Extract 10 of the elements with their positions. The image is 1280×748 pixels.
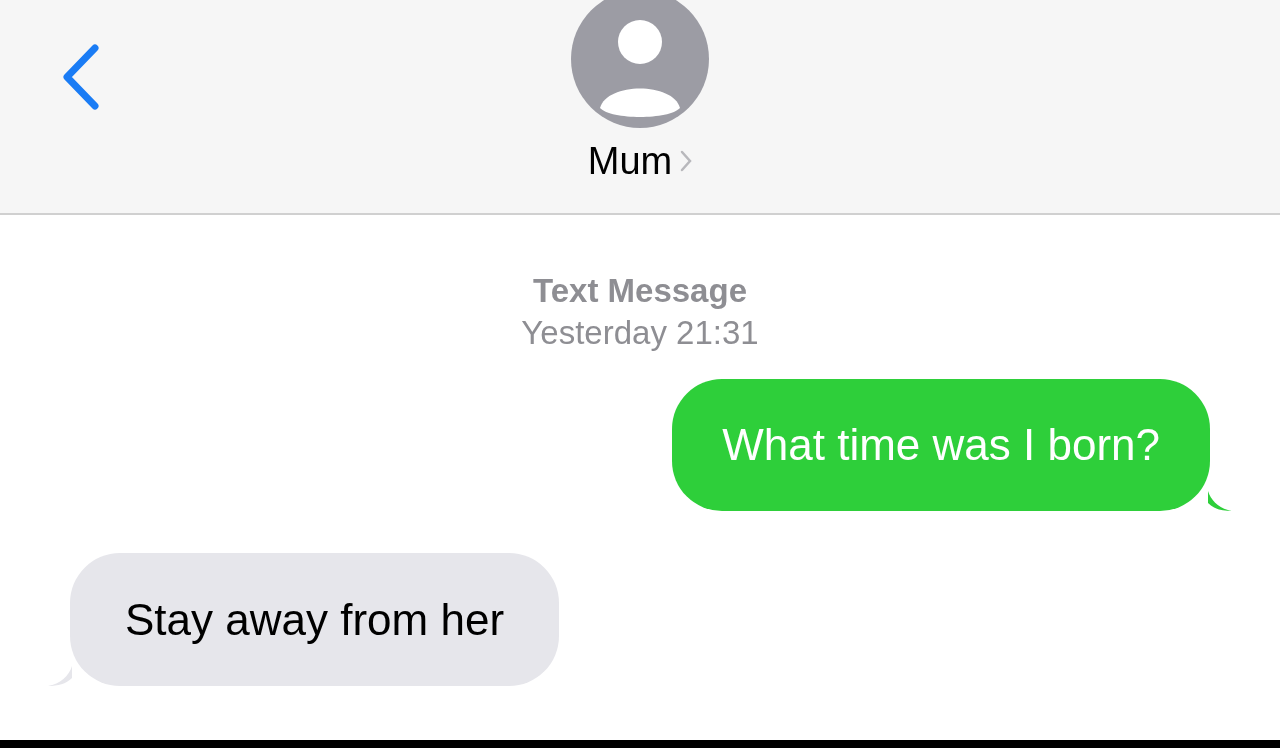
avatar-icon[interactable] — [571, 0, 709, 128]
chevron-right-icon[interactable] — [680, 150, 693, 172]
service-label: Text Message — [533, 271, 747, 311]
received-message-bubble: Stay away from her — [70, 553, 560, 686]
sent-message-bubble: What time was I born? — [672, 379, 1210, 511]
contact-name[interactable]: Mum — [587, 142, 673, 180]
bubble-tail — [48, 666, 72, 686]
back-icon — [61, 44, 101, 110]
timestamp: Yesterday 21:31 — [521, 313, 759, 353]
bubble-tail — [1208, 491, 1232, 511]
